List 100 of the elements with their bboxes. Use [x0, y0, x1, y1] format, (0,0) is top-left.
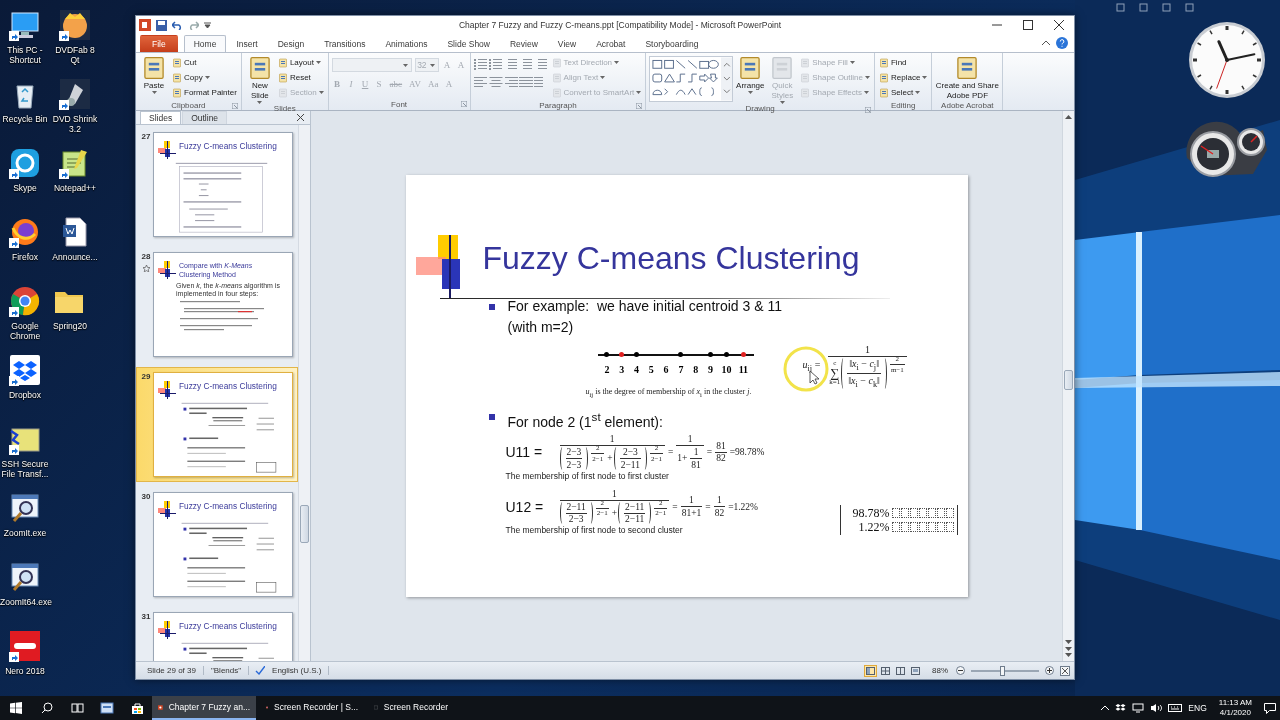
ribbon-tab[interactable]: Transitions	[314, 35, 376, 52]
thumbnail-title: Fuzzy C-means Clustering	[179, 141, 277, 151]
dialog-launcher-icon[interactable]	[231, 103, 238, 109]
view-button[interactable]	[909, 664, 922, 677]
desktop-icon-label[interactable]: Nero 2018	[0, 666, 50, 676]
spelling-check-icon[interactable]	[255, 666, 266, 675]
keyboard-icon[interactable]	[1168, 703, 1183, 713]
desktop-icon-label[interactable]: Spring20	[53, 321, 88, 331]
fit-to-window-icon[interactable]	[1060, 665, 1070, 676]
chevron-up-icon[interactable]	[1101, 705, 1110, 711]
volume-icon[interactable]	[1150, 703, 1163, 713]
desktop-icon-label[interactable]: ZoomIt.exe	[0, 528, 50, 538]
ribbon-button[interactable]: Layout	[276, 55, 325, 70]
ribbon-button[interactable]: Paste	[139, 55, 169, 94]
bullet-list-icon[interactable]	[473, 58, 488, 70]
ribbon-tab[interactable]: View	[547, 35, 587, 52]
close-icon[interactable]	[297, 114, 304, 121]
align-center-icon[interactable]	[488, 76, 503, 88]
desktop-icon-label[interactable]: DVD Shrink 3.2	[50, 114, 100, 134]
desktop-icon-label[interactable]: Google Chrome	[0, 321, 50, 341]
ribbon-tab[interactable]: Animations	[375, 35, 438, 52]
justify-icon[interactable]	[518, 76, 533, 88]
formula-text: 82	[713, 508, 726, 519]
help-icon[interactable]	[1056, 37, 1068, 49]
formula-text: 2−11	[619, 459, 641, 470]
language-indicator[interactable]: English (U.S.)	[265, 666, 330, 675]
command-icon	[800, 72, 811, 83]
undo-icon[interactable]	[172, 20, 183, 30]
redo-icon[interactable]	[188, 20, 199, 30]
view-button[interactable]	[894, 664, 907, 677]
desktop-icon-label[interactable]: Skype	[0, 183, 50, 193]
scrollbar[interactable]	[298, 125, 310, 661]
slide-thumbnail-row[interactable]: 31 Fuzzy C-means Clustering	[136, 607, 298, 661]
scroll-down-icon[interactable]	[1065, 640, 1072, 658]
collapse-ribbon-icon[interactable]	[1042, 40, 1050, 46]
desktop-icon-label[interactable]: Dropbox	[0, 390, 50, 400]
desktop-icon-label[interactable]: SSH Secure File Transf...	[0, 459, 50, 479]
desktop-icon-label[interactable]: Announce...	[50, 252, 100, 262]
panel-tab[interactable]: Slides	[140, 111, 182, 124]
taskbar-task[interactable]: Screen Recorder	[368, 696, 454, 720]
ribbon-tab[interactable]: Review	[500, 35, 548, 52]
ribbon-tab[interactable]: Acrobat	[586, 35, 636, 52]
ribbon-button[interactable]: Cut	[171, 55, 238, 70]
network-icon[interactable]	[1132, 703, 1145, 713]
ribbon-tab[interactable]: Storyboarding	[635, 35, 709, 52]
ribbon-button[interactable]: New Slide	[244, 55, 275, 104]
axis-label: 6	[663, 364, 669, 375]
ribbon-tab[interactable]: Design	[267, 35, 315, 52]
align-right-icon[interactable]	[503, 76, 518, 88]
ribbon-button[interactable]: Select	[878, 85, 929, 100]
taskbar-clock[interactable]: 11:13 AM 4/1/2020	[1218, 698, 1252, 718]
file-tab[interactable]: File	[140, 35, 178, 52]
ribbon-button[interactable]: Find	[878, 55, 929, 70]
shape-gallery[interactable]	[649, 56, 734, 102]
scrollbar[interactable]	[1062, 111, 1074, 661]
scroll-thumb[interactable]	[1064, 369, 1073, 390]
customize-toolbar-icon[interactable]	[204, 21, 211, 29]
ribbon-button[interactable]: Copy	[171, 70, 238, 85]
ribbon-tab[interactable]: Home	[183, 35, 227, 52]
desktop-icon-label[interactable]: DVDFab 8 Qt	[50, 45, 100, 65]
ribbon-button[interactable]: Reset	[276, 70, 325, 85]
desktop-icon-label[interactable]: Firefox	[0, 252, 50, 262]
zoom-out-icon[interactable]	[956, 666, 965, 675]
notification-icon[interactable]	[1264, 702, 1276, 714]
gadget-toolbar-icon[interactable]	[1185, 3, 1194, 12]
desktop-icon-label[interactable]: Notepad++	[50, 183, 100, 193]
panel-tab[interactable]: Outline	[182, 111, 228, 124]
ribbon-tab[interactable]: Slide Show	[437, 35, 500, 52]
ribbon-tab[interactable]: Insert	[226, 35, 268, 52]
align-left-icon[interactable]	[473, 76, 488, 88]
ribbon-button[interactable]: Replace	[878, 70, 929, 85]
box-icon[interactable]	[1115, 703, 1127, 713]
gadget-toolbar-icon[interactable]	[1139, 3, 1148, 12]
desktop-icon-label[interactable]: ZoomIt64.exe	[0, 597, 50, 607]
slide-thumbnail-row[interactable]: 30 Fuzzy C-means Clustering	[136, 487, 298, 602]
zoom-level[interactable]: 88%	[932, 666, 948, 675]
numbered-list-icon[interactable]	[488, 58, 503, 70]
slide-thumbnail-row[interactable]: 29 Fuzzy C-means Clustering	[136, 367, 298, 482]
dialog-launcher-icon[interactable]	[460, 101, 467, 107]
ribbon-button[interactable]: Create and Share Adobe PDF	[935, 55, 1000, 101]
desktop-icon-label[interactable]: This PC - Shortcut	[0, 45, 50, 65]
view-button[interactable]	[864, 664, 877, 677]
dialog-launcher-icon[interactable]	[865, 107, 871, 113]
ribbon-button[interactable]: Arrange	[735, 55, 766, 94]
formula-text: =	[705, 447, 714, 458]
input-language[interactable]: ENG	[1188, 703, 1207, 713]
gadget-toolbar-icon[interactable]	[1116, 3, 1125, 12]
zoom-in-icon[interactable]	[1045, 666, 1054, 675]
scroll-up-icon[interactable]	[1065, 114, 1072, 119]
ribbon-button[interactable]: Format Painter	[171, 85, 238, 100]
gallery-scroll-icon[interactable]	[720, 57, 733, 101]
slide-thumbnail-row[interactable]: 27 Fuzzy C-means Clustering	[136, 127, 298, 242]
dialog-launcher-icon[interactable]	[636, 103, 643, 109]
taskbar-task[interactable]: Screen Recorder | S...	[260, 696, 364, 720]
taskbar-task[interactable]: Chapter 7 Fuzzy an...	[152, 696, 256, 720]
view-button[interactable]	[879, 664, 892, 677]
save-icon[interactable]	[156, 19, 167, 31]
gadget-toolbar-icon[interactable]	[1162, 3, 1171, 12]
command-icon	[800, 57, 811, 68]
desktop-icon-label[interactable]: Recycle Bin	[0, 114, 50, 124]
